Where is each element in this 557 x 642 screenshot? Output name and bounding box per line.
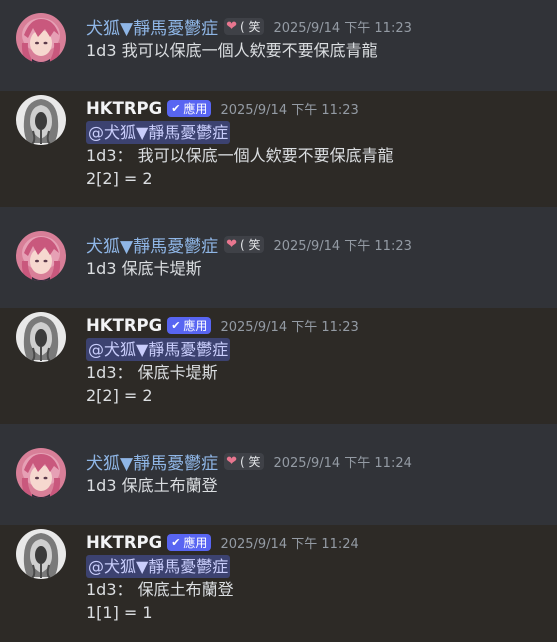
message-item[interactable]: HKTRPG ✔ 應用 2025/9/14 下午 11:23 @犬狐▼靜馬憂鬱症…: [0, 308, 557, 424]
checkmark-icon: ✔: [171, 535, 181, 549]
user-mention[interactable]: @犬狐▼靜馬憂鬱症: [86, 121, 231, 144]
app-tag-label: 應用: [183, 101, 208, 116]
message-item[interactable]: 犬狐▼靜馬憂鬱症 ❤ ( 笑 2025/9/14 下午 11:23 1d3 我可…: [0, 0, 557, 91]
message-text: 1d3 保底卡堤斯: [86, 259, 202, 278]
message-text: 1d3： 保底土布蘭登: [86, 580, 234, 599]
chat-message-list: 犬狐▼靜馬憂鬱症 ❤ ( 笑 2025/9/14 下午 11:23 1d3 我可…: [0, 0, 557, 642]
role-badge-text: ( 笑: [239, 237, 261, 252]
message-item[interactable]: HKTRPG ✔ 應用 2025/9/14 下午 11:24 @犬狐▼靜馬憂鬱症…: [0, 525, 557, 642]
author-name[interactable]: HKTRPG: [86, 99, 162, 118]
role-badge: ❤ ( 笑: [224, 235, 265, 253]
user-mention[interactable]: @犬狐▼靜馬憂鬱症: [86, 555, 231, 578]
heart-icon: ❤: [226, 18, 237, 34]
author-name[interactable]: 犬狐▼靜馬憂鬱症: [86, 232, 218, 257]
author-name[interactable]: 犬狐▼靜馬憂鬱症: [86, 14, 218, 39]
timestamp[interactable]: 2025/9/14 下午 11:23: [273, 235, 411, 254]
timestamp[interactable]: 2025/9/14 下午 11:24: [273, 452, 411, 471]
pink-hair-anime-avatar-icon: [16, 231, 66, 281]
author-name[interactable]: HKTRPG: [86, 533, 162, 552]
heart-icon: ❤: [226, 236, 237, 252]
hooded-figure-avatar-icon: [16, 529, 66, 579]
pink-hair-anime-avatar-icon: [16, 448, 66, 498]
role-badge-text: ( 笑: [239, 454, 261, 469]
message-text: 1d3： 保底卡堤斯: [86, 363, 218, 382]
message-text: 1d3： 我可以保底一個人欸要不要保底青龍: [86, 146, 394, 165]
checkmark-icon: ✔: [171, 318, 181, 332]
player-avatar[interactable]: [16, 448, 66, 498]
dice-result: 2[2] = 2: [86, 386, 153, 405]
timestamp[interactable]: 2025/9/14 下午 11:24: [220, 533, 358, 552]
bot-avatar[interactable]: [16, 529, 66, 579]
message-item[interactable]: HKTRPG ✔ 應用 2025/9/14 下午 11:23 @犬狐▼靜馬憂鬱症…: [0, 91, 557, 207]
app-tag: ✔ 應用: [167, 316, 212, 334]
heart-icon: ❤: [226, 453, 237, 469]
app-tag: ✔ 應用: [167, 99, 212, 117]
role-badge: ❤ ( 笑: [224, 452, 265, 470]
role-badge-text: ( 笑: [239, 19, 261, 34]
checkmark-icon: ✔: [171, 101, 181, 115]
app-tag: ✔ 應用: [167, 533, 212, 551]
timestamp[interactable]: 2025/9/14 下午 11:23: [273, 17, 411, 36]
bot-avatar[interactable]: [16, 312, 66, 362]
author-name[interactable]: HKTRPG: [86, 316, 162, 335]
timestamp[interactable]: 2025/9/14 下午 11:23: [220, 99, 358, 118]
timestamp[interactable]: 2025/9/14 下午 11:23: [220, 316, 358, 335]
dice-result: 2[2] = 2: [86, 169, 153, 188]
message-text: 1d3 我可以保底一個人欸要不要保底青龍: [86, 41, 378, 60]
author-name[interactable]: 犬狐▼靜馬憂鬱症: [86, 449, 218, 474]
message-text: 1d3 保底土布蘭登: [86, 476, 218, 495]
hooded-figure-avatar-icon: [16, 95, 66, 145]
user-mention[interactable]: @犬狐▼靜馬憂鬱症: [86, 338, 231, 361]
app-tag-label: 應用: [183, 535, 208, 550]
role-badge: ❤ ( 笑: [224, 17, 265, 35]
pink-hair-anime-avatar-icon: [16, 13, 66, 63]
bot-avatar[interactable]: [16, 95, 66, 145]
player-avatar[interactable]: [16, 13, 66, 63]
hooded-figure-avatar-icon: [16, 312, 66, 362]
message-item[interactable]: 犬狐▼靜馬憂鬱症 ❤ ( 笑 2025/9/14 下午 11:23 1d3 保底…: [0, 207, 557, 308]
player-avatar[interactable]: [16, 231, 66, 281]
dice-result: 1[1] = 1: [86, 603, 153, 622]
app-tag-label: 應用: [183, 318, 208, 333]
message-item[interactable]: 犬狐▼靜馬憂鬱症 ❤ ( 笑 2025/9/14 下午 11:24 1d3 保底…: [0, 424, 557, 525]
